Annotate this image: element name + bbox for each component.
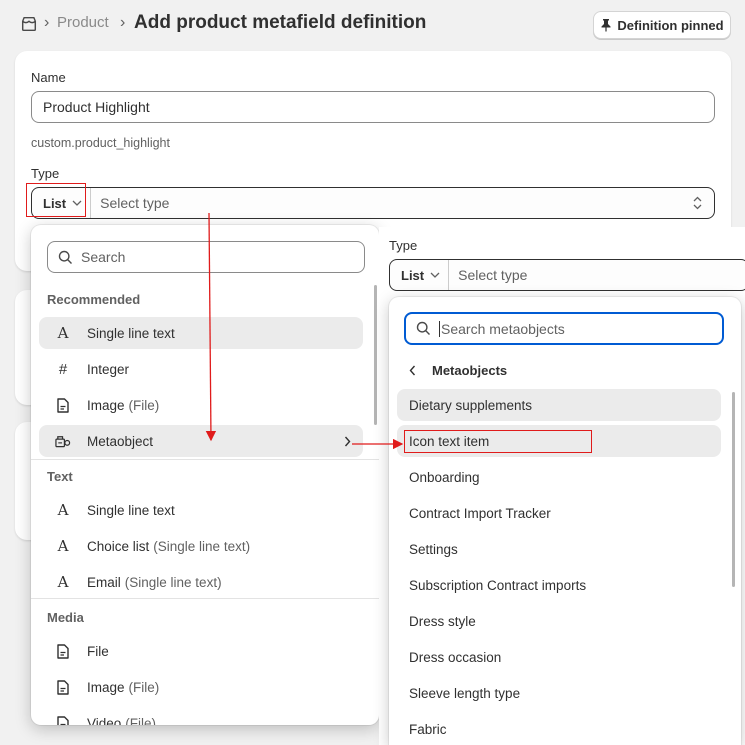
annotation-arrow-down — [205, 212, 217, 442]
annotation-arrows — [205, 212, 404, 450]
